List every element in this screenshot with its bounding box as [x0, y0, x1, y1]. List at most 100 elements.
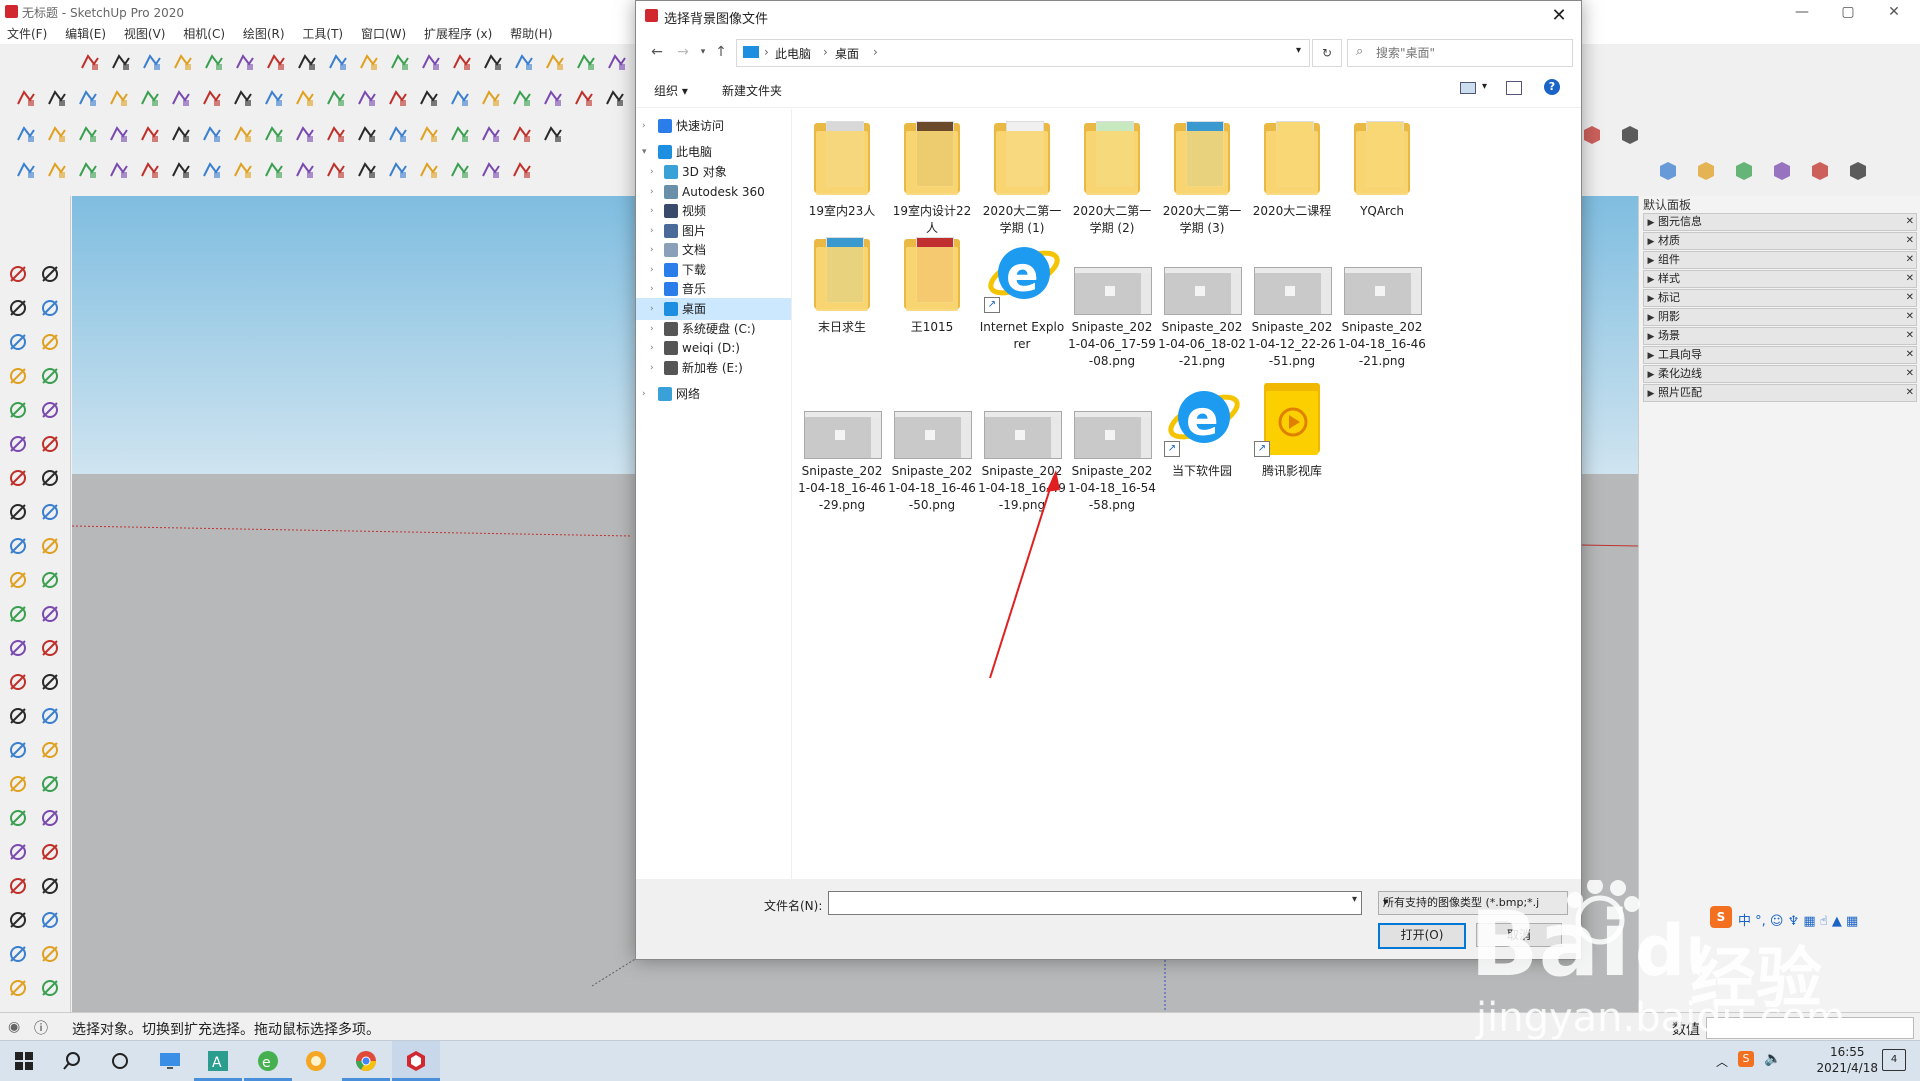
file-item[interactable]: e ↗ Internet Explorer: [978, 233, 1066, 353]
file-item[interactable]: 末日求生: [798, 233, 886, 336]
tool-button[interactable]: [138, 86, 162, 110]
tool-button[interactable]: [6, 874, 30, 898]
close-icon[interactable]: ✕: [1906, 328, 1914, 344]
maximize-button[interactable]: ▢: [1826, 2, 1870, 22]
tool-button[interactable]: [6, 500, 30, 524]
menu-draw[interactable]: 绘图(R): [236, 24, 292, 44]
tool-button[interactable]: [38, 840, 62, 864]
nav-item--[interactable]: › 音乐: [636, 278, 791, 300]
tool-button[interactable]: [541, 122, 565, 146]
tool-button[interactable]: [140, 50, 164, 74]
tool-button[interactable]: [417, 158, 441, 182]
tool-button[interactable]: [6, 772, 30, 796]
tool-button[interactable]: [6, 636, 30, 660]
tool-button[interactable]: [6, 364, 30, 388]
file-item[interactable]: Snipaste_2021-04-18_16-54-58.png: [1068, 377, 1156, 514]
tool-button[interactable]: [38, 500, 62, 524]
tool-button[interactable]: [200, 86, 224, 110]
tool-button[interactable]: [38, 874, 62, 898]
tool-button[interactable]: [38, 330, 62, 354]
tool-button[interactable]: [14, 86, 38, 110]
tool-button[interactable]: [479, 122, 503, 146]
file-item[interactable]: Snipaste_2021-04-18_16-46-29.png: [798, 377, 886, 514]
tool-button[interactable]: [6, 398, 30, 422]
file-item[interactable]: e ↗ 当下软件园: [1158, 377, 1246, 480]
nav-item--[interactable]: › 网络: [636, 383, 791, 405]
tool-button[interactable]: [38, 602, 62, 626]
expand-chevron-icon[interactable]: ›: [650, 200, 660, 222]
file-item[interactable]: 王1015: [888, 233, 976, 336]
preview-pane-icon[interactable]: [1506, 81, 1522, 95]
nav-item--[interactable]: › 视频: [636, 200, 791, 222]
file-item[interactable]: Snipaste_2021-04-06_18-02-21.png: [1158, 233, 1246, 370]
search-input[interactable]: [1374, 43, 1568, 63]
tool-button[interactable]: [541, 86, 565, 110]
help-icon[interactable]: ?: [1544, 79, 1560, 95]
tool-button[interactable]: [169, 122, 193, 146]
file-item[interactable]: 2020大二第一学期 (3): [1158, 117, 1246, 237]
tool-button[interactable]: [388, 50, 412, 74]
tool-button[interactable]: [6, 908, 30, 932]
speaker-icon[interactable]: 🔈: [1764, 1051, 1781, 1067]
tool-button[interactable]: [6, 942, 30, 966]
menu-window[interactable]: 窗口(W): [354, 24, 413, 44]
tool-button[interactable]: [38, 670, 62, 694]
tool-button[interactable]: [38, 568, 62, 592]
search-box[interactable]: ⌕: [1347, 39, 1573, 67]
geo-icon[interactable]: ◉: [8, 1019, 20, 1035]
breadcrumb-this-pc[interactable]: 此电脑: [775, 45, 811, 62]
expand-chevron-icon[interactable]: ›: [650, 337, 660, 359]
expand-chevron-icon[interactable]: ›: [650, 239, 660, 261]
close-app-button[interactable]: ✕: [1872, 2, 1916, 22]
tool-button[interactable]: [293, 122, 317, 146]
tool-button[interactable]: [45, 86, 69, 110]
tool-button[interactable]: [14, 122, 38, 146]
tool-button[interactable]: [107, 158, 131, 182]
tool-button[interactable]: [38, 262, 62, 286]
tool-button[interactable]: [38, 534, 62, 558]
tray-chevron-icon[interactable]: ︿: [1716, 1053, 1728, 1070]
tool-button[interactable]: [6, 704, 30, 728]
tool-button[interactable]: [6, 466, 30, 490]
tool-button[interactable]: [293, 158, 317, 182]
menu-extensions[interactable]: 扩展程序 (x): [417, 24, 499, 44]
expand-chevron-icon[interactable]: ›: [650, 278, 660, 300]
tool-button[interactable]: [38, 398, 62, 422]
tool-button[interactable]: [38, 738, 62, 762]
tray-panel-item[interactable]: ▶ 照片匹配 ✕: [1643, 384, 1917, 402]
file-item[interactable]: 2020大二第一学期 (1): [978, 117, 1066, 237]
tool-button[interactable]: [262, 86, 286, 110]
back-arrow-icon[interactable]: ←: [648, 43, 666, 61]
tool-button[interactable]: [78, 50, 102, 74]
tool-button[interactable]: [386, 158, 410, 182]
tool-button[interactable]: [231, 122, 255, 146]
taskbar-app-a[interactable]: A: [194, 1041, 242, 1081]
tool-button[interactable]: [448, 158, 472, 182]
file-item[interactable]: Snipaste_2021-04-18_16-49-19.png: [978, 377, 1066, 514]
tool-button[interactable]: [200, 158, 224, 182]
filename-input[interactable]: [833, 894, 1337, 914]
tool-button[interactable]: [419, 50, 443, 74]
menu-tools[interactable]: 工具(T): [295, 24, 350, 44]
tool-button[interactable]: [1808, 158, 1832, 182]
tool-button[interactable]: [510, 86, 534, 110]
tool-button[interactable]: [1656, 158, 1680, 182]
taskbar-browser-e[interactable]: e: [244, 1041, 292, 1081]
file-item[interactable]: Snipaste_2021-04-12_22-26-51.png: [1248, 233, 1336, 370]
filename-dropdown-icon[interactable]: ▾: [1352, 894, 1357, 905]
menu-help[interactable]: 帮助(H): [503, 24, 559, 44]
tool-button[interactable]: [355, 122, 379, 146]
tool-button[interactable]: [510, 122, 534, 146]
tool-button[interactable]: [574, 50, 598, 74]
tool-button[interactable]: [6, 806, 30, 830]
menu-edit[interactable]: 编辑(E): [58, 24, 113, 44]
close-icon[interactable]: ✕: [1906, 309, 1914, 325]
tool-button[interactable]: [45, 158, 69, 182]
tool-button[interactable]: [417, 122, 441, 146]
nav-item--e-[interactable]: › 新加卷 (E:): [636, 357, 791, 379]
file-item[interactable]: 2020大二课程: [1248, 117, 1336, 220]
tool-button[interactable]: [200, 122, 224, 146]
tool-button[interactable]: [6, 432, 30, 456]
tool-button[interactable]: [6, 670, 30, 694]
tool-button[interactable]: [6, 602, 30, 626]
